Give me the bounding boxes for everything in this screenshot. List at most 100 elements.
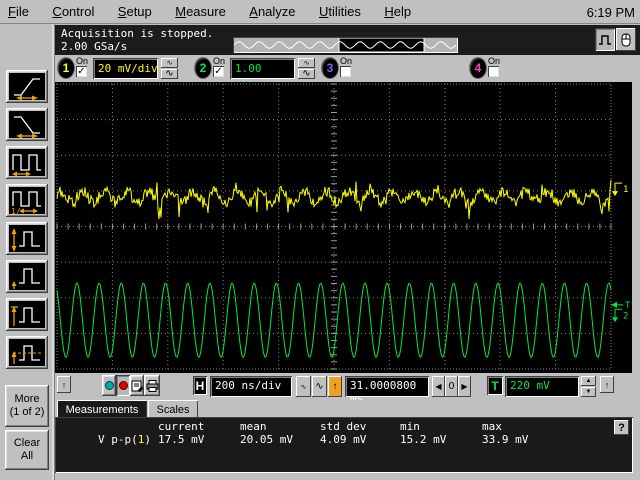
- timebase-zoom-out-button[interactable]: ∿: [312, 376, 327, 397]
- measure-v-max-button[interactable]: [6, 298, 48, 331]
- stop-icon: [119, 381, 128, 390]
- col-header-min: min: [400, 420, 420, 433]
- trigger-level-field[interactable]: 220 mV: [505, 376, 579, 397]
- channel-3-on-checkbox[interactable]: [340, 66, 351, 77]
- channel-2-level-marker[interactable]: 2: [612, 309, 628, 322]
- more-measurements-button[interactable]: More(1 of 2): [5, 385, 49, 427]
- menu-help[interactable]: Help: [384, 4, 411, 19]
- col-header-max: max: [482, 420, 502, 433]
- down-triangle-icon: ▼: [586, 389, 592, 395]
- svg-text:1/: 1/: [11, 207, 21, 214]
- channel-4-on-label: On: [488, 56, 506, 66]
- print-button[interactable]: [144, 375, 160, 396]
- channel-3-button[interactable]: 3: [322, 58, 338, 78]
- menu-bar: File Control Setup Measure Analyze Utili…: [0, 0, 640, 24]
- channel-2-scale-down-button[interactable]: ∿: [298, 69, 315, 79]
- measurement-std-dev: 4.09 mV: [320, 433, 366, 446]
- v-avg-icon: [10, 340, 44, 366]
- menu-setup[interactable]: Setup: [118, 4, 152, 19]
- position-left-button[interactable]: ◀: [432, 376, 445, 397]
- menu-control[interactable]: Control: [52, 4, 94, 19]
- channel-2-on-label: On: [213, 56, 231, 66]
- measurements-panel: current mean std dev min max V p-p(1) 17…: [55, 417, 633, 473]
- channel-1-level-marker[interactable]: 1: [612, 183, 628, 196]
- note-icon: [131, 380, 143, 392]
- help-button[interactable]: ?: [614, 420, 629, 435]
- pulse-icon: [597, 32, 613, 48]
- rise-time-icon: [10, 74, 44, 100]
- channel-1-button[interactable]: 1: [58, 58, 74, 78]
- menu-file[interactable]: File: [8, 4, 29, 19]
- col-header-current: current: [158, 420, 204, 433]
- timebase-zoom-in-button[interactable]: ∿: [296, 376, 311, 397]
- scroll-up-left-button[interactable]: ↑: [57, 376, 71, 393]
- up-arrow-icon: ↑: [62, 380, 67, 390]
- waveform-svg: 12T: [55, 82, 632, 373]
- mouse-icon: [618, 32, 634, 48]
- svg-text:2: 2: [623, 311, 628, 321]
- oscilloscope-application: File Control Setup Measure Analyze Utili…: [0, 0, 640, 480]
- tab-scales[interactable]: Scales: [148, 400, 198, 417]
- channel-2-button[interactable]: 2: [195, 58, 211, 78]
- measure-frequency-button[interactable]: 1/: [6, 184, 48, 217]
- waveform-display[interactable]: 12T: [55, 82, 632, 373]
- horizontal-position-field[interactable]: 31.0000800 ms: [345, 376, 429, 397]
- memory-bar[interactable]: [233, 37, 458, 53]
- channel-2-on-checkbox[interactable]: ✓: [213, 66, 224, 77]
- up-arrow-icon: ↑: [605, 380, 610, 390]
- measure-v-p-p-button[interactable]: [6, 222, 48, 255]
- trigger-setup-button[interactable]: T: [487, 376, 503, 395]
- stop-button[interactable]: [116, 375, 130, 396]
- channel-1-trace: [57, 180, 611, 219]
- sample-rate: 2.00 GSa/s: [61, 40, 127, 53]
- position-zero-button[interactable]: 0: [445, 376, 458, 397]
- channel-1-scale-field[interactable]: 20 mV/div: [93, 58, 158, 79]
- horizontal-setup-button[interactable]: H: [193, 376, 207, 395]
- run-button[interactable]: [102, 375, 116, 396]
- channel-1-on-checkbox[interactable]: ✓: [76, 66, 87, 77]
- channel-2-scale-up-button[interactable]: ∿: [298, 58, 315, 68]
- trigger-position-button[interactable]: ↑: [328, 376, 342, 397]
- clear-all-button[interactable]: ClearAll: [5, 430, 49, 470]
- large-wave-icon: ∿: [315, 381, 323, 392]
- measurement-current: 17.5 mV: [158, 433, 204, 446]
- menu-analyze[interactable]: Analyze: [249, 4, 295, 19]
- left-arrow-icon: ◀: [435, 382, 441, 391]
- menu-measure[interactable]: Measure: [175, 4, 226, 19]
- results-tabs: Measurements Scales: [55, 400, 640, 417]
- measurement-label: V p-p(1): [95, 433, 151, 446]
- channel-4-button[interactable]: 4: [470, 58, 486, 78]
- channel-1-scale-up-button[interactable]: ∿: [161, 58, 178, 68]
- channel-4-on-checkbox[interactable]: [488, 66, 499, 77]
- col-header-mean: mean: [240, 420, 267, 433]
- menu-utilities[interactable]: Utilities: [319, 4, 361, 19]
- pointer-mode-button[interactable]: [616, 28, 636, 51]
- tab-measurements[interactable]: Measurements: [57, 400, 147, 417]
- measure-period-button[interactable]: [6, 146, 48, 179]
- status-bar: Acquisition is stopped. 2.00 GSa/s: [55, 25, 640, 55]
- svg-text:1: 1: [623, 185, 628, 195]
- measure-fall-time-button[interactable]: [6, 108, 48, 141]
- small-wave-icon: ∿: [304, 59, 310, 67]
- scroll-up-right-button[interactable]: ↑: [600, 376, 614, 393]
- small-wave-icon: ∿: [301, 383, 307, 391]
- small-wave-icon: ∿: [167, 59, 173, 67]
- period-icon: [10, 150, 44, 176]
- timebase-field[interactable]: 200 ns/div: [210, 376, 292, 397]
- fall-time-icon: [10, 112, 44, 138]
- measure-rise-time-button[interactable]: [6, 70, 48, 103]
- clock: 6:19 PM: [587, 5, 635, 20]
- run-icon: [105, 381, 114, 390]
- channel-2-scale-field[interactable]: 1.00 V/div: [230, 58, 295, 79]
- large-wave-icon: ∿: [165, 70, 173, 78]
- quick-meas-button[interactable]: [130, 375, 144, 396]
- channel-1-on-label: On: [76, 56, 94, 66]
- channel-3-on-label: On: [340, 56, 358, 66]
- trigger-level-down-button[interactable]: ▼: [581, 387, 596, 397]
- waveform-mode-button[interactable]: [595, 28, 615, 51]
- measure-v-min-button[interactable]: [6, 260, 48, 293]
- trigger-level-up-button[interactable]: ▲: [581, 376, 596, 386]
- position-right-button[interactable]: ▶: [458, 376, 471, 397]
- channel-1-scale-down-button[interactable]: ∿: [161, 69, 178, 79]
- measure-v-avg-button[interactable]: [6, 336, 48, 369]
